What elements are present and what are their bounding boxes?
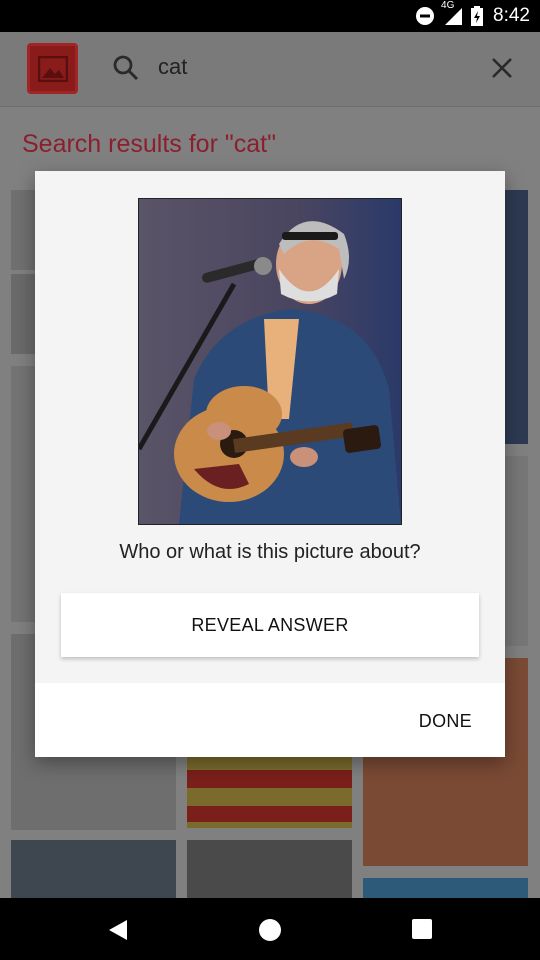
quiz-question: Who or what is this picture about? (119, 541, 421, 563)
dialog-footer: DONE (35, 683, 505, 757)
reveal-answer-button[interactable]: REVEAL ANSWER (61, 593, 479, 657)
home-icon[interactable] (258, 918, 282, 947)
quiz-photo (138, 198, 402, 525)
recents-icon[interactable] (411, 918, 433, 945)
result-tile[interactable] (187, 840, 352, 900)
result-tile[interactable] (11, 840, 176, 900)
do-not-disturb-icon (415, 6, 435, 26)
status-bar: 4G 8:42 (0, 0, 540, 32)
done-button[interactable]: DONE (419, 711, 472, 732)
close-icon[interactable] (490, 56, 514, 85)
battery-icon (471, 6, 484, 26)
app-bar: cat (0, 32, 540, 107)
result-tile[interactable] (187, 756, 352, 828)
quiz-dialog: Who or what is this picture about? REVEA… (35, 171, 505, 757)
back-icon[interactable] (107, 918, 129, 947)
signal-icon: 4G (441, 0, 463, 26)
image-icon (27, 43, 78, 94)
clock: 8:42 (493, 5, 530, 26)
navigation-bar (0, 898, 540, 960)
search-icon[interactable] (112, 54, 140, 87)
network-type: 4G (441, 0, 455, 11)
search-input[interactable]: cat (158, 54, 187, 80)
